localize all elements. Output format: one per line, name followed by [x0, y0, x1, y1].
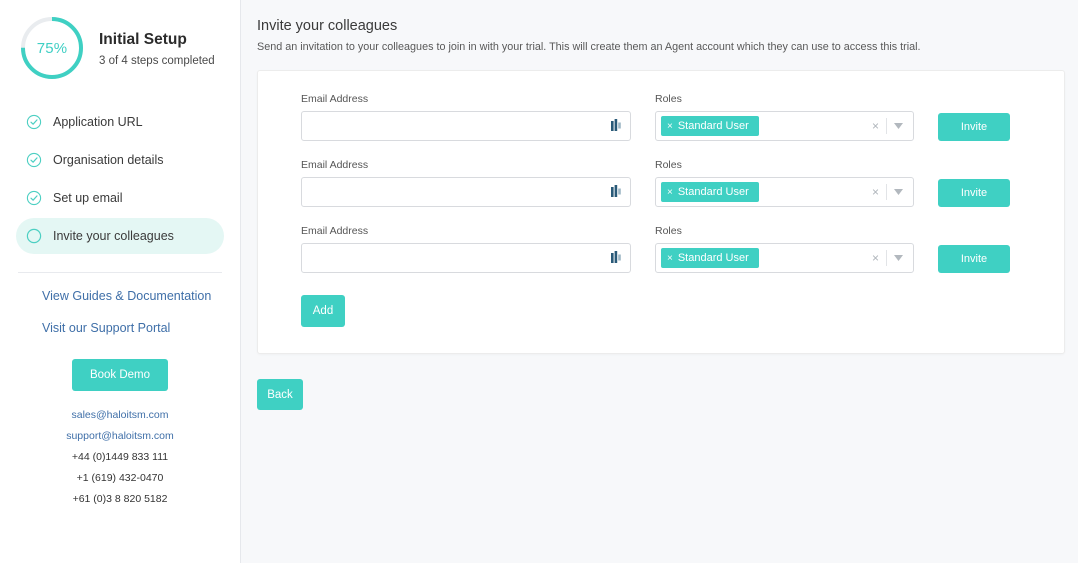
sidebar: 75% Initial Setup 3 of 4 steps completed… [0, 0, 241, 563]
role-chip-label: Standard User [677, 186, 749, 198]
setup-progress-ring: 75% [18, 14, 86, 82]
sidebar-item-organisation-details[interactable]: Organisation details [16, 142, 224, 178]
roles-field-group: Roles × Standard User × [655, 159, 914, 207]
contact-phone-us: +1 (619) 432-0470 [76, 472, 164, 484]
check-circle-icon [26, 190, 42, 206]
email-field-group: Email Address [301, 225, 631, 273]
invite-button[interactable]: Invite [938, 113, 1010, 141]
contact-phone-au: +61 (0)3 8 820 5182 [72, 493, 168, 505]
sidebar-links: View Guides & Documentation Visit our Su… [0, 273, 240, 335]
sidebar-item-set-up-email[interactable]: Set up email [16, 180, 224, 216]
progress-percent-label: 75% [36, 39, 68, 57]
clear-selection-icon[interactable]: × [865, 119, 886, 133]
book-demo-button[interactable]: Book Demo [71, 359, 169, 391]
roles-select[interactable]: × Standard User × [655, 177, 914, 207]
sidebar-item-label: Application URL [53, 115, 143, 129]
invite-row: Email Address Roles × Standard User × In… [258, 225, 1064, 273]
clear-selection-icon[interactable]: × [865, 251, 886, 265]
roles-field-label: Roles [655, 159, 682, 171]
check-circle-icon [26, 114, 42, 130]
role-chip-label: Standard User [677, 120, 749, 132]
roles-field-group: Roles × Standard User × [655, 93, 914, 141]
invite-row: Email Address Roles × Standard User × In… [258, 93, 1064, 141]
contact-support-email[interactable]: support@haloitsm.com [0, 430, 240, 442]
email-input-wrap [301, 177, 631, 207]
setup-title: Initial Setup [99, 31, 187, 49]
add-button[interactable]: Add [301, 295, 345, 327]
setup-subtitle: 3 of 4 steps completed [99, 54, 215, 67]
back-button[interactable]: Back [257, 379, 303, 410]
email-input[interactable] [301, 243, 631, 273]
chip-remove-icon[interactable]: × [661, 121, 678, 132]
sidebar-contacts: sales@haloitsm.com support@haloitsm.com … [0, 391, 240, 505]
setup-header: 75% Initial Setup 3 of 4 steps completed [0, 0, 240, 82]
email-input[interactable] [301, 111, 631, 141]
roles-select[interactable]: × Standard User × [655, 111, 914, 141]
role-chip[interactable]: × Standard User [661, 116, 759, 136]
check-circle-icon [26, 152, 42, 168]
setup-steps-list: Application URL Organisation details Set… [0, 104, 240, 254]
chip-remove-icon[interactable]: × [661, 253, 678, 264]
email-input[interactable] [301, 177, 631, 207]
invite-button[interactable]: Invite [938, 245, 1010, 273]
roles-field-group: Roles × Standard User × [655, 225, 914, 273]
chevron-down-icon[interactable] [887, 123, 909, 129]
roles-field-label: Roles [655, 225, 682, 237]
main-content: Invite your colleagues Send an invitatio… [241, 0, 1078, 563]
invite-row: Email Address Roles × Standard User × In… [258, 159, 1064, 207]
sidebar-item-invite-your-colleagues[interactable]: Invite your colleagues [16, 218, 224, 254]
email-field-group: Email Address [301, 159, 631, 207]
contact-sales-email[interactable]: sales@haloitsm.com [0, 409, 240, 421]
sidebar-item-label: Organisation details [53, 153, 164, 167]
email-field-label: Email Address [301, 93, 369, 105]
setup-text: Initial Setup 3 of 4 steps completed [99, 29, 215, 67]
clear-selection-icon[interactable]: × [865, 185, 886, 199]
contact-phone-uk: +44 (0)1449 833 111 [71, 451, 169, 463]
add-row-wrap: Add [258, 295, 1064, 327]
book-demo-wrap: Book Demo [0, 353, 240, 391]
sidebar-item-application-url[interactable]: Application URL [16, 104, 224, 140]
chip-remove-icon[interactable]: × [661, 187, 678, 198]
link-view-guides[interactable]: View Guides & Documentation [42, 289, 240, 303]
roles-field-label: Roles [655, 93, 682, 105]
role-chip-label: Standard User [677, 252, 749, 264]
page-subtitle: Send an invitation to your colleagues to… [257, 41, 921, 53]
invite-button[interactable]: Invite [938, 179, 1010, 207]
chevron-down-icon[interactable] [887, 189, 909, 195]
link-support-portal[interactable]: Visit our Support Portal [42, 321, 240, 335]
role-chip[interactable]: × Standard User [661, 248, 759, 268]
email-field-label: Email Address [301, 225, 369, 237]
email-input-wrap [301, 243, 631, 273]
email-field-group: Email Address [301, 93, 631, 141]
email-field-label: Email Address [301, 159, 369, 171]
role-chip[interactable]: × Standard User [661, 182, 759, 202]
chevron-down-icon[interactable] [887, 255, 909, 261]
invite-card: Email Address Roles × Standard User × In… [257, 70, 1065, 354]
app-root: 75% Initial Setup 3 of 4 steps completed… [0, 0, 1078, 563]
roles-select[interactable]: × Standard User × [655, 243, 914, 273]
circle-icon [26, 228, 42, 244]
page-title: Invite your colleagues [257, 18, 398, 34]
sidebar-item-label: Invite your colleagues [53, 229, 174, 243]
sidebar-item-label: Set up email [53, 191, 123, 205]
email-input-wrap [301, 111, 631, 141]
